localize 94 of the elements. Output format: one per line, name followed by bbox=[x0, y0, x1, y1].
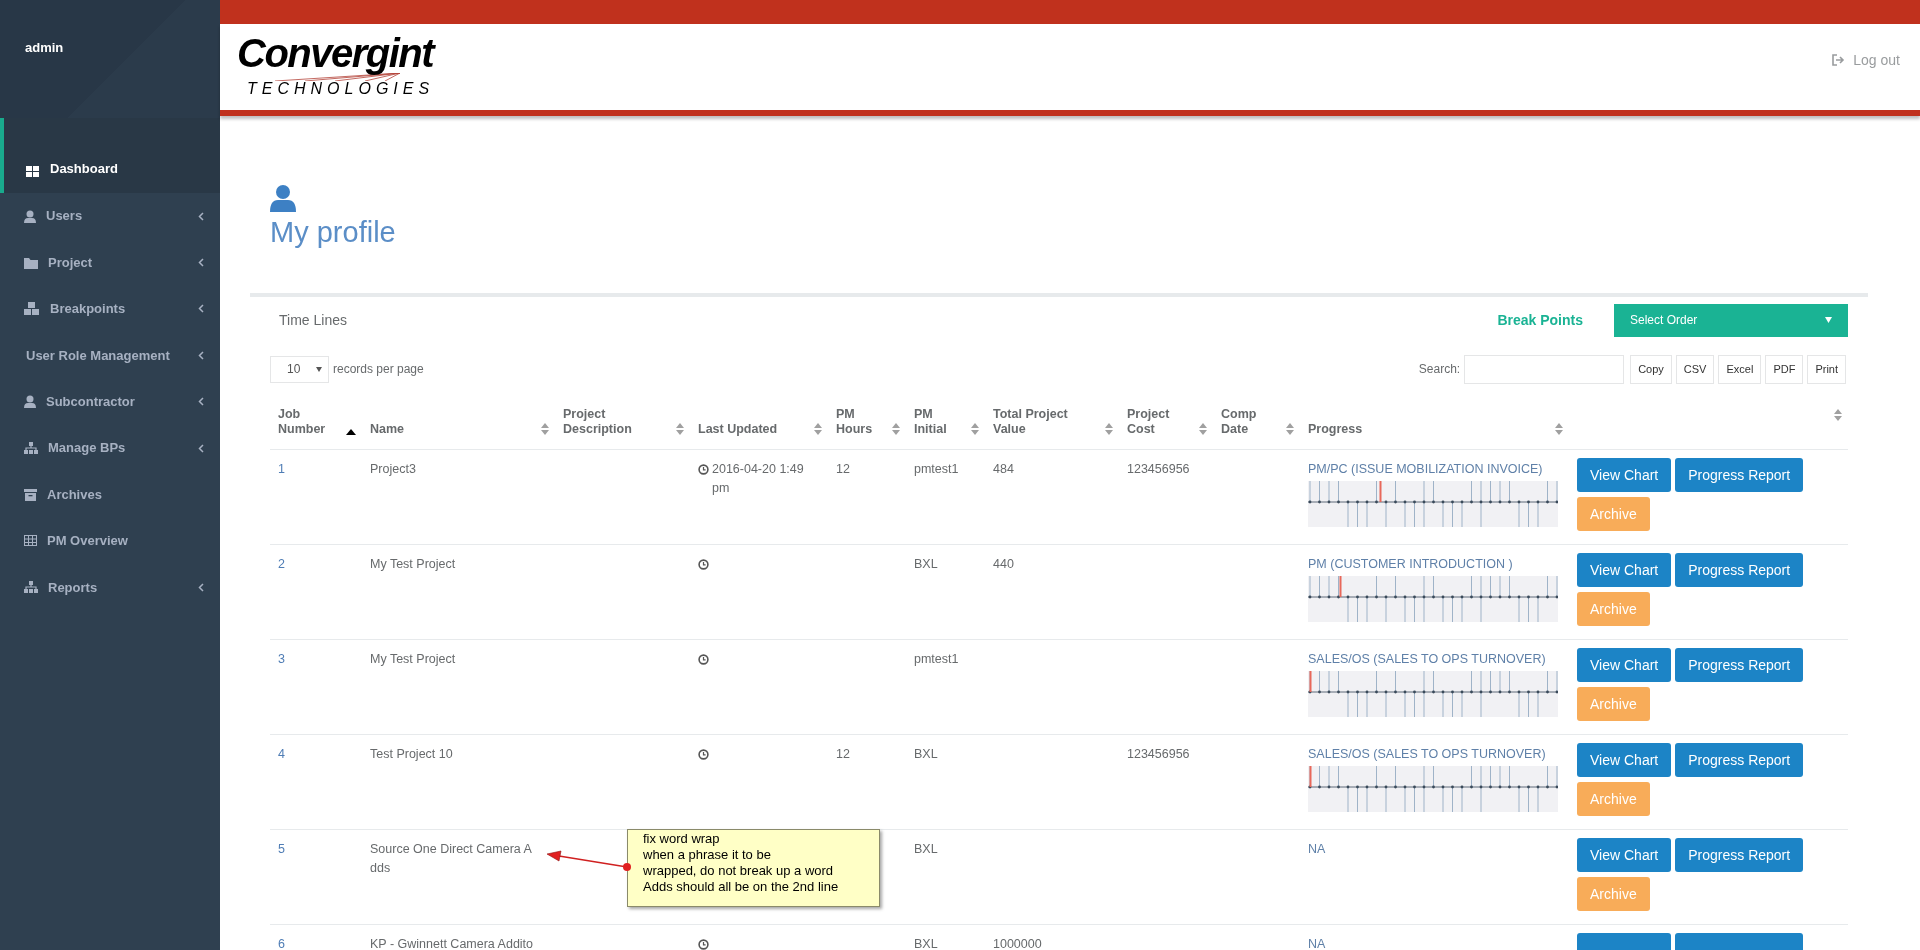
action-button[interactable]: Progress Report bbox=[1675, 458, 1804, 492]
action-button[interactable]: View Chart bbox=[1577, 553, 1672, 587]
export-button[interactable]: CSV bbox=[1675, 354, 1715, 384]
job-number-link[interactable]: 2 bbox=[278, 557, 285, 571]
logo-tagline: TECHNOLOGIES bbox=[247, 81, 435, 97]
progress-link[interactable]: NA bbox=[1308, 842, 1326, 856]
sidebar-item[interactable]: User Role Management bbox=[0, 332, 220, 379]
archive-icon bbox=[24, 488, 37, 501]
user-icon bbox=[24, 395, 36, 409]
progress-link[interactable]: SALES/OS (SALES TO OPS TURNOVER) bbox=[1308, 652, 1546, 666]
user-icon bbox=[270, 184, 296, 212]
column-header[interactable]: Total Project Value bbox=[993, 407, 1101, 437]
action-button[interactable]: Progress Report bbox=[1675, 648, 1804, 682]
table-cell-text: KP - Gwinnett Camera Addito bbox=[370, 936, 534, 950]
logo-wordmark: Convergint bbox=[237, 33, 434, 73]
table-cell-text: 2016-04-20 1:49 pm bbox=[712, 461, 805, 497]
progress-link[interactable]: PM (CUSTOMER INTRODUCTION ) bbox=[1308, 557, 1513, 571]
cubes-icon bbox=[24, 301, 40, 316]
table-cell: 12 bbox=[836, 462, 850, 476]
export-button[interactable]: Copy bbox=[1630, 354, 1672, 384]
sign-out-icon bbox=[1832, 54, 1846, 66]
column-header[interactable]: PM Initial bbox=[914, 407, 967, 437]
table-cell-text: Project3 bbox=[370, 461, 416, 478]
table-cell-text: Test Project 10 bbox=[370, 746, 453, 763]
table-cell: 123456956 bbox=[1127, 462, 1190, 476]
break-points-label: Break Points bbox=[1497, 310, 1583, 330]
table-cell: pmtest1 bbox=[914, 462, 959, 476]
sidebar-item[interactable]: Reports bbox=[0, 564, 220, 611]
annotation-note: fix word wrap when a phrase it to be wrapped, do not break up a word Adds should all be on the 2nd line bbox=[627, 829, 880, 907]
caret-icon bbox=[1825, 317, 1832, 323]
table-icon bbox=[24, 535, 37, 547]
sidebar-item[interactable]: Project bbox=[0, 239, 220, 286]
logout-link[interactable]: Log out bbox=[1832, 49, 1900, 71]
action-button[interactable]: View Chart bbox=[1577, 458, 1672, 492]
sitemap-icon bbox=[24, 442, 38, 455]
table-cell: BXL bbox=[914, 747, 938, 761]
table-cell: BXL bbox=[914, 557, 938, 571]
sidebar-item[interactable]: Manage BPs bbox=[0, 424, 220, 472]
export-button[interactable]: Print bbox=[1807, 354, 1846, 384]
export-button[interactable]: PDF bbox=[1765, 354, 1804, 384]
progress-link[interactable]: NA bbox=[1308, 937, 1326, 950]
column-header[interactable]: PM Hours bbox=[836, 407, 888, 437]
progress-link[interactable]: PM/PC (ISSUE MOBILIZATION INVOICE) bbox=[1308, 462, 1543, 476]
table-cell: pmtest1 bbox=[914, 652, 959, 666]
page-size-label: records per page bbox=[333, 361, 424, 378]
action-button[interactable]: View Chart bbox=[1577, 648, 1672, 682]
sidebar-item[interactable]: Subcontractor bbox=[0, 378, 220, 425]
column-header[interactable]: Progress bbox=[1308, 422, 1363, 437]
column-header[interactable]: Job Number bbox=[278, 407, 342, 437]
table-cell: 123456956 bbox=[1127, 747, 1190, 761]
order-select[interactable]: Select Order bbox=[1614, 303, 1848, 337]
job-number-link[interactable]: 3 bbox=[278, 652, 285, 666]
panel-title: Time Lines bbox=[278, 310, 347, 330]
page-title: My profile bbox=[270, 215, 397, 250]
column-header[interactable]: Name bbox=[370, 422, 405, 437]
table-cell: 484 bbox=[993, 462, 1014, 476]
search-field[interactable] bbox=[1464, 354, 1625, 384]
table-cell: 12 bbox=[836, 747, 850, 761]
company-logo[interactable]: Convergint TECHNOLOGIES bbox=[235, 29, 445, 105]
action-button[interactable]: Progress Report bbox=[1675, 838, 1804, 872]
user-name[interactable]: admin bbox=[25, 40, 64, 55]
action-button[interactable]: View Chart bbox=[1577, 838, 1672, 872]
job-number-link[interactable]: 6 bbox=[278, 937, 285, 950]
page-size-select[interactable]: 10 bbox=[270, 355, 329, 383]
dashboard-icon bbox=[26, 166, 40, 178]
table-cell: 440 bbox=[993, 557, 1014, 571]
table-cell: BXL bbox=[914, 842, 938, 856]
table-cell: 1000000 bbox=[993, 937, 1042, 950]
table-cell-text: Source One Direct Camera Adds bbox=[370, 841, 533, 877]
sitemap-icon bbox=[24, 581, 38, 594]
sidebar-item[interactable]: PM Overview bbox=[0, 517, 220, 565]
action-button[interactable]: Progress Report bbox=[1675, 553, 1804, 587]
folder-icon bbox=[24, 256, 38, 269]
action-button[interactable]: View Chart bbox=[1577, 743, 1672, 777]
job-number-link[interactable]: 4 bbox=[278, 747, 285, 761]
sidebar-item[interactable]: Users bbox=[0, 193, 220, 240]
sidebar-item[interactable]: Breakpoints bbox=[0, 285, 220, 333]
caret-icon bbox=[316, 366, 322, 372]
column-header[interactable]: Last Updated bbox=[698, 422, 778, 437]
search-label: Search: bbox=[1418, 361, 1461, 378]
action-button[interactable]: Progress Report bbox=[1675, 743, 1804, 777]
progress-link[interactable]: SALES/OS (SALES TO OPS TURNOVER) bbox=[1308, 747, 1546, 761]
column-header[interactable]: Comp Date bbox=[1221, 407, 1282, 437]
table-cell-text: My Test Project bbox=[370, 651, 456, 668]
table-cell: BXL bbox=[914, 937, 938, 950]
sidebar-item[interactable]: Dashboard bbox=[0, 118, 220, 193]
job-number-link[interactable]: 5 bbox=[278, 842, 285, 856]
table-cell-text: My Test Project bbox=[370, 556, 456, 573]
column-header[interactable]: Project Cost bbox=[1127, 407, 1195, 437]
user-icon bbox=[24, 209, 36, 223]
job-number-link[interactable]: 1 bbox=[278, 462, 285, 476]
column-header[interactable]: Project Description bbox=[563, 407, 672, 437]
sidebar-item[interactable]: Archives bbox=[0, 471, 220, 518]
export-button[interactable]: Excel bbox=[1718, 354, 1762, 384]
